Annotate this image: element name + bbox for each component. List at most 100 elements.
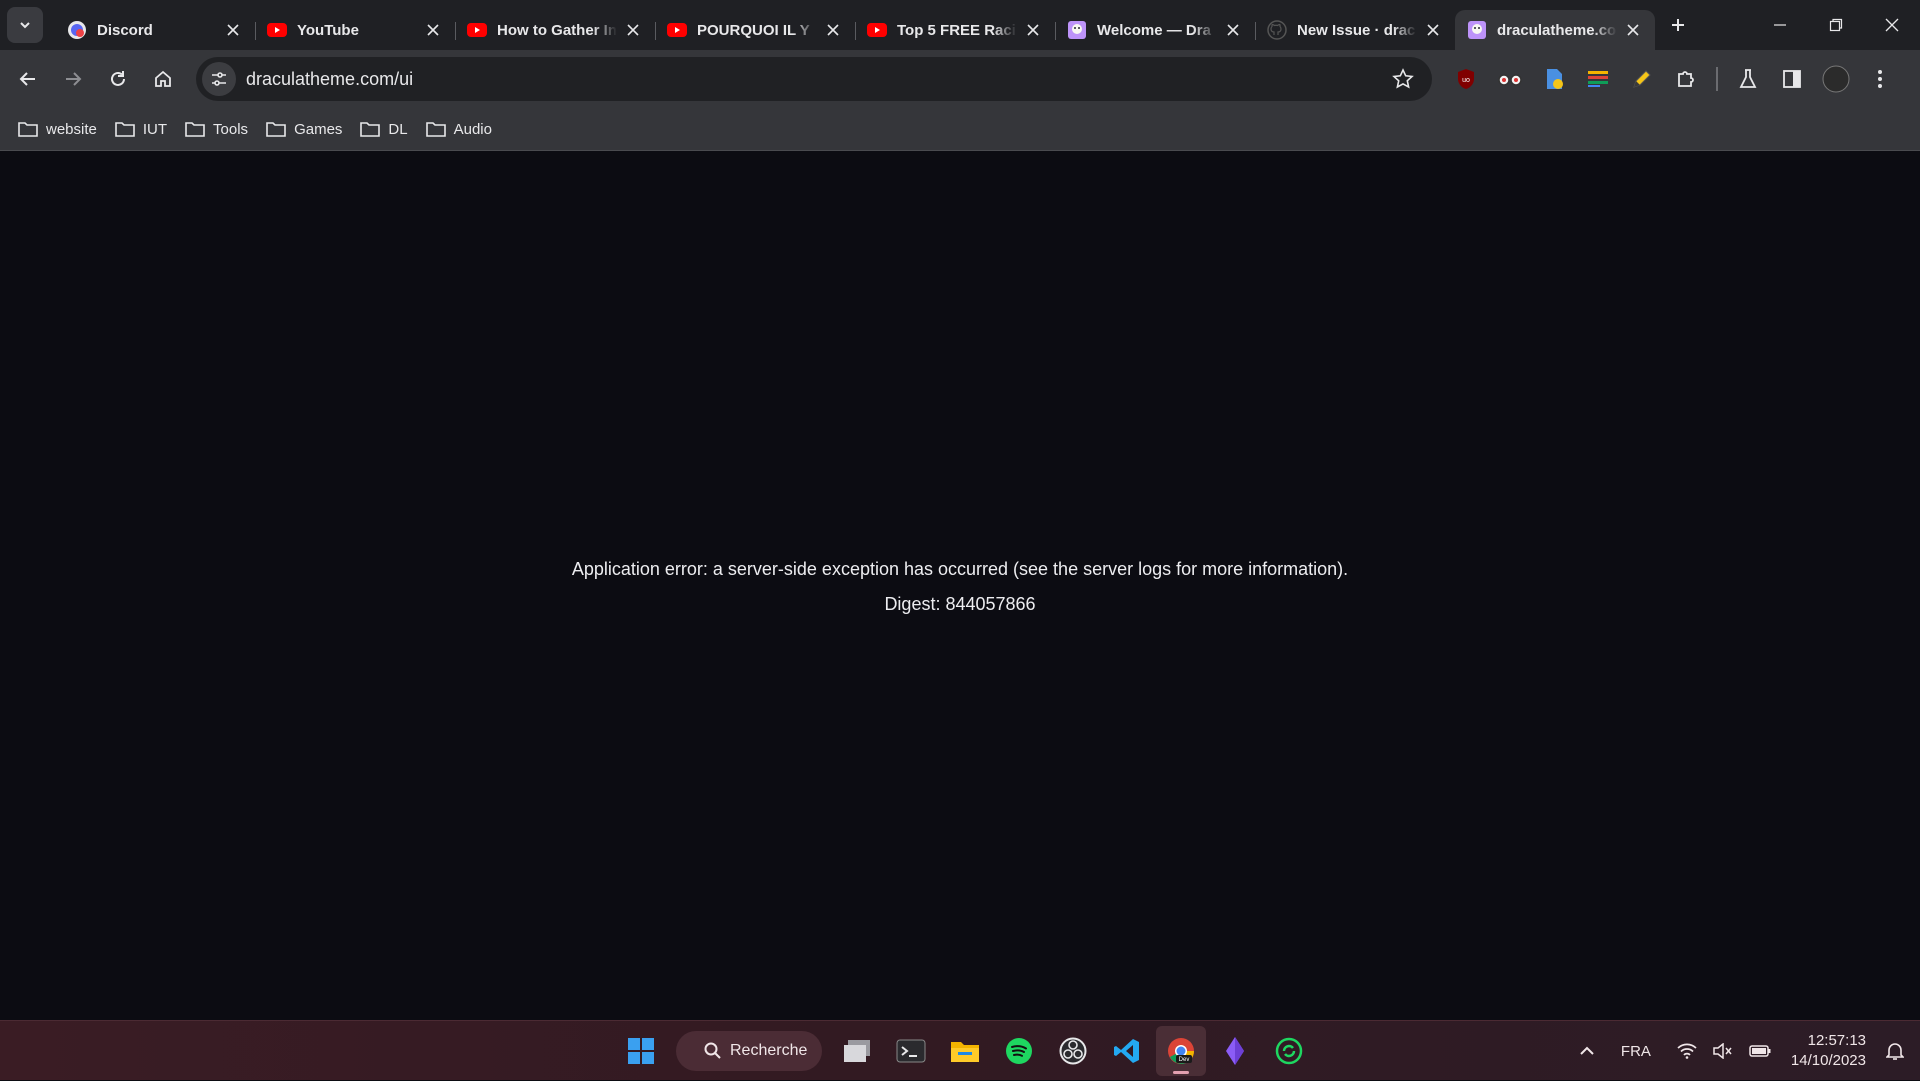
obs-app[interactable] — [1048, 1026, 1098, 1076]
close-tab-button[interactable] — [1023, 20, 1043, 40]
address-bar[interactable]: draculatheme.com/ui — [196, 57, 1432, 101]
browser-tab[interactable]: Top 5 FREE Racin — [855, 10, 1056, 50]
close-icon — [1627, 24, 1639, 36]
browser-tab[interactable]: POURQUOI IL Y — [655, 10, 856, 50]
close-tab-button[interactable] — [623, 20, 643, 40]
crystal-app[interactable] — [1210, 1026, 1260, 1076]
reload-icon — [111, 71, 125, 86]
labs-button[interactable] — [1726, 58, 1770, 100]
arrow-right-icon — [66, 72, 82, 86]
start-button[interactable] — [616, 1026, 666, 1076]
ublock-extension[interactable]: uo — [1444, 58, 1488, 100]
close-tab-button[interactable] — [1623, 20, 1643, 40]
bookmark-folder[interactable]: Games — [264, 113, 354, 145]
new-tab-button[interactable] — [1661, 8, 1695, 42]
browser-tab[interactable]: How to Gather In — [455, 10, 656, 50]
bell-icon — [1886, 1043, 1904, 1060]
youtube-icon — [267, 20, 287, 40]
bookmark-star-icon[interactable] — [1392, 68, 1414, 90]
avatar — [1822, 65, 1850, 93]
clock[interactable]: 12:57:13 14/10/2023 — [1779, 1031, 1878, 1071]
language-indicator[interactable]: FRA — [1603, 1031, 1669, 1071]
close-tab-button[interactable] — [1423, 20, 1443, 40]
colorful-extension[interactable] — [1576, 58, 1620, 100]
bookmark-folder[interactable]: IUT — [113, 113, 179, 145]
profile-button[interactable] — [1814, 58, 1858, 100]
close-tab-button[interactable] — [223, 20, 243, 40]
tab-search-button[interactable] — [7, 7, 43, 43]
side-panel-button[interactable] — [1770, 58, 1814, 100]
close-tab-button[interactable] — [823, 20, 843, 40]
taskbar-search[interactable]: Recherche — [676, 1031, 822, 1071]
arrow-left-icon — [19, 72, 35, 86]
crystal-icon — [1226, 1037, 1244, 1065]
notifications-button[interactable] — [1878, 1031, 1920, 1071]
svg-text:uo: uo — [1462, 77, 1470, 84]
task-view-icon — [844, 1040, 870, 1062]
vscode-icon — [1114, 1039, 1139, 1063]
reader-extension[interactable] — [1488, 58, 1532, 100]
spotify-app[interactable] — [994, 1026, 1044, 1076]
task-view-button[interactable] — [832, 1026, 882, 1076]
minimize-icon — [1774, 24, 1786, 26]
file-explorer-app[interactable] — [940, 1026, 990, 1076]
pencil-extension[interactable] — [1620, 58, 1664, 100]
close-window-button[interactable] — [1864, 0, 1920, 50]
close-icon — [1227, 24, 1239, 36]
color-bars-icon — [1588, 71, 1608, 87]
bookmarks-bar: website IUT Tools Games DL Audio — [0, 108, 1920, 151]
browser-tab[interactable]: Discord — [55, 10, 256, 50]
terminal-app[interactable] — [886, 1026, 936, 1076]
pencil-icon — [1633, 70, 1651, 88]
github-icon — [1267, 20, 1287, 40]
youtube-icon — [667, 20, 687, 40]
tab-title: POURQUOI IL Y — [697, 21, 810, 39]
close-tab-button[interactable] — [1223, 20, 1243, 40]
browser-toolbar: draculatheme.com/ui uo — [0, 50, 1920, 108]
browser-tab[interactable]: New Issue · drac — [1255, 10, 1455, 50]
wifi-button[interactable] — [1669, 1031, 1705, 1071]
reload-button[interactable] — [98, 59, 138, 99]
chevron-up-icon — [1580, 1046, 1594, 1055]
home-button[interactable] — [143, 59, 183, 99]
close-icon — [1427, 24, 1439, 36]
more-vertical-icon — [1878, 70, 1882, 88]
bookmark-folder[interactable]: website — [16, 113, 109, 145]
bookmark-folder[interactable]: Audio — [424, 113, 504, 145]
restore-button[interactable] — [1808, 0, 1864, 50]
chrome-dev-app[interactable]: Dev — [1156, 1026, 1206, 1076]
browser-tab[interactable]: YouTube — [255, 10, 456, 50]
tab-strip: Discord YouTube How to Gather In POURQUOI I… — [0, 0, 1920, 50]
error-digest: Digest: 844057866 — [884, 594, 1036, 614]
bookmark-folder[interactable]: DL — [358, 113, 419, 145]
bookmark-label: website — [46, 120, 97, 138]
battery-button[interactable] — [1741, 1031, 1779, 1071]
site-info-button[interactable] — [202, 62, 236, 96]
sync-icon — [1275, 1037, 1303, 1065]
close-icon — [1027, 24, 1039, 36]
clock-time: 12:57:13 — [1807, 1032, 1866, 1049]
vscode-app[interactable] — [1102, 1026, 1152, 1076]
bookmark-folder[interactable]: Tools — [183, 113, 260, 145]
folder-icon — [951, 1042, 979, 1062]
volume-button[interactable] — [1705, 1031, 1741, 1071]
tab-title: draculatheme.co — [1497, 21, 1617, 39]
browser-tab[interactable]: Welcome — Dra — [1055, 10, 1256, 50]
bookmark-label: Tools — [213, 120, 249, 138]
back-button[interactable] — [8, 59, 48, 99]
side-panel-icon — [1783, 70, 1801, 88]
file-extension[interactable] — [1532, 58, 1576, 100]
forward-button[interactable] — [53, 59, 93, 99]
battery-icon — [1749, 1045, 1771, 1057]
browser-menu-button[interactable] — [1858, 58, 1902, 100]
extensions-menu-button[interactable] — [1664, 58, 1708, 100]
tab-title: Welcome — Dra — [1097, 21, 1211, 39]
tray-overflow-button[interactable] — [1571, 1031, 1603, 1071]
sync-app[interactable] — [1264, 1026, 1314, 1076]
tab-list: Discord YouTube How to Gather In POURQUOI I… — [55, 0, 1655, 50]
browser-tab[interactable]: draculatheme.co — [1455, 10, 1655, 50]
minimize-button[interactable] — [1752, 0, 1808, 50]
close-tab-button[interactable] — [423, 20, 443, 40]
url-text: draculatheme.com/ui — [246, 68, 414, 89]
glasses-icon — [1498, 74, 1522, 86]
